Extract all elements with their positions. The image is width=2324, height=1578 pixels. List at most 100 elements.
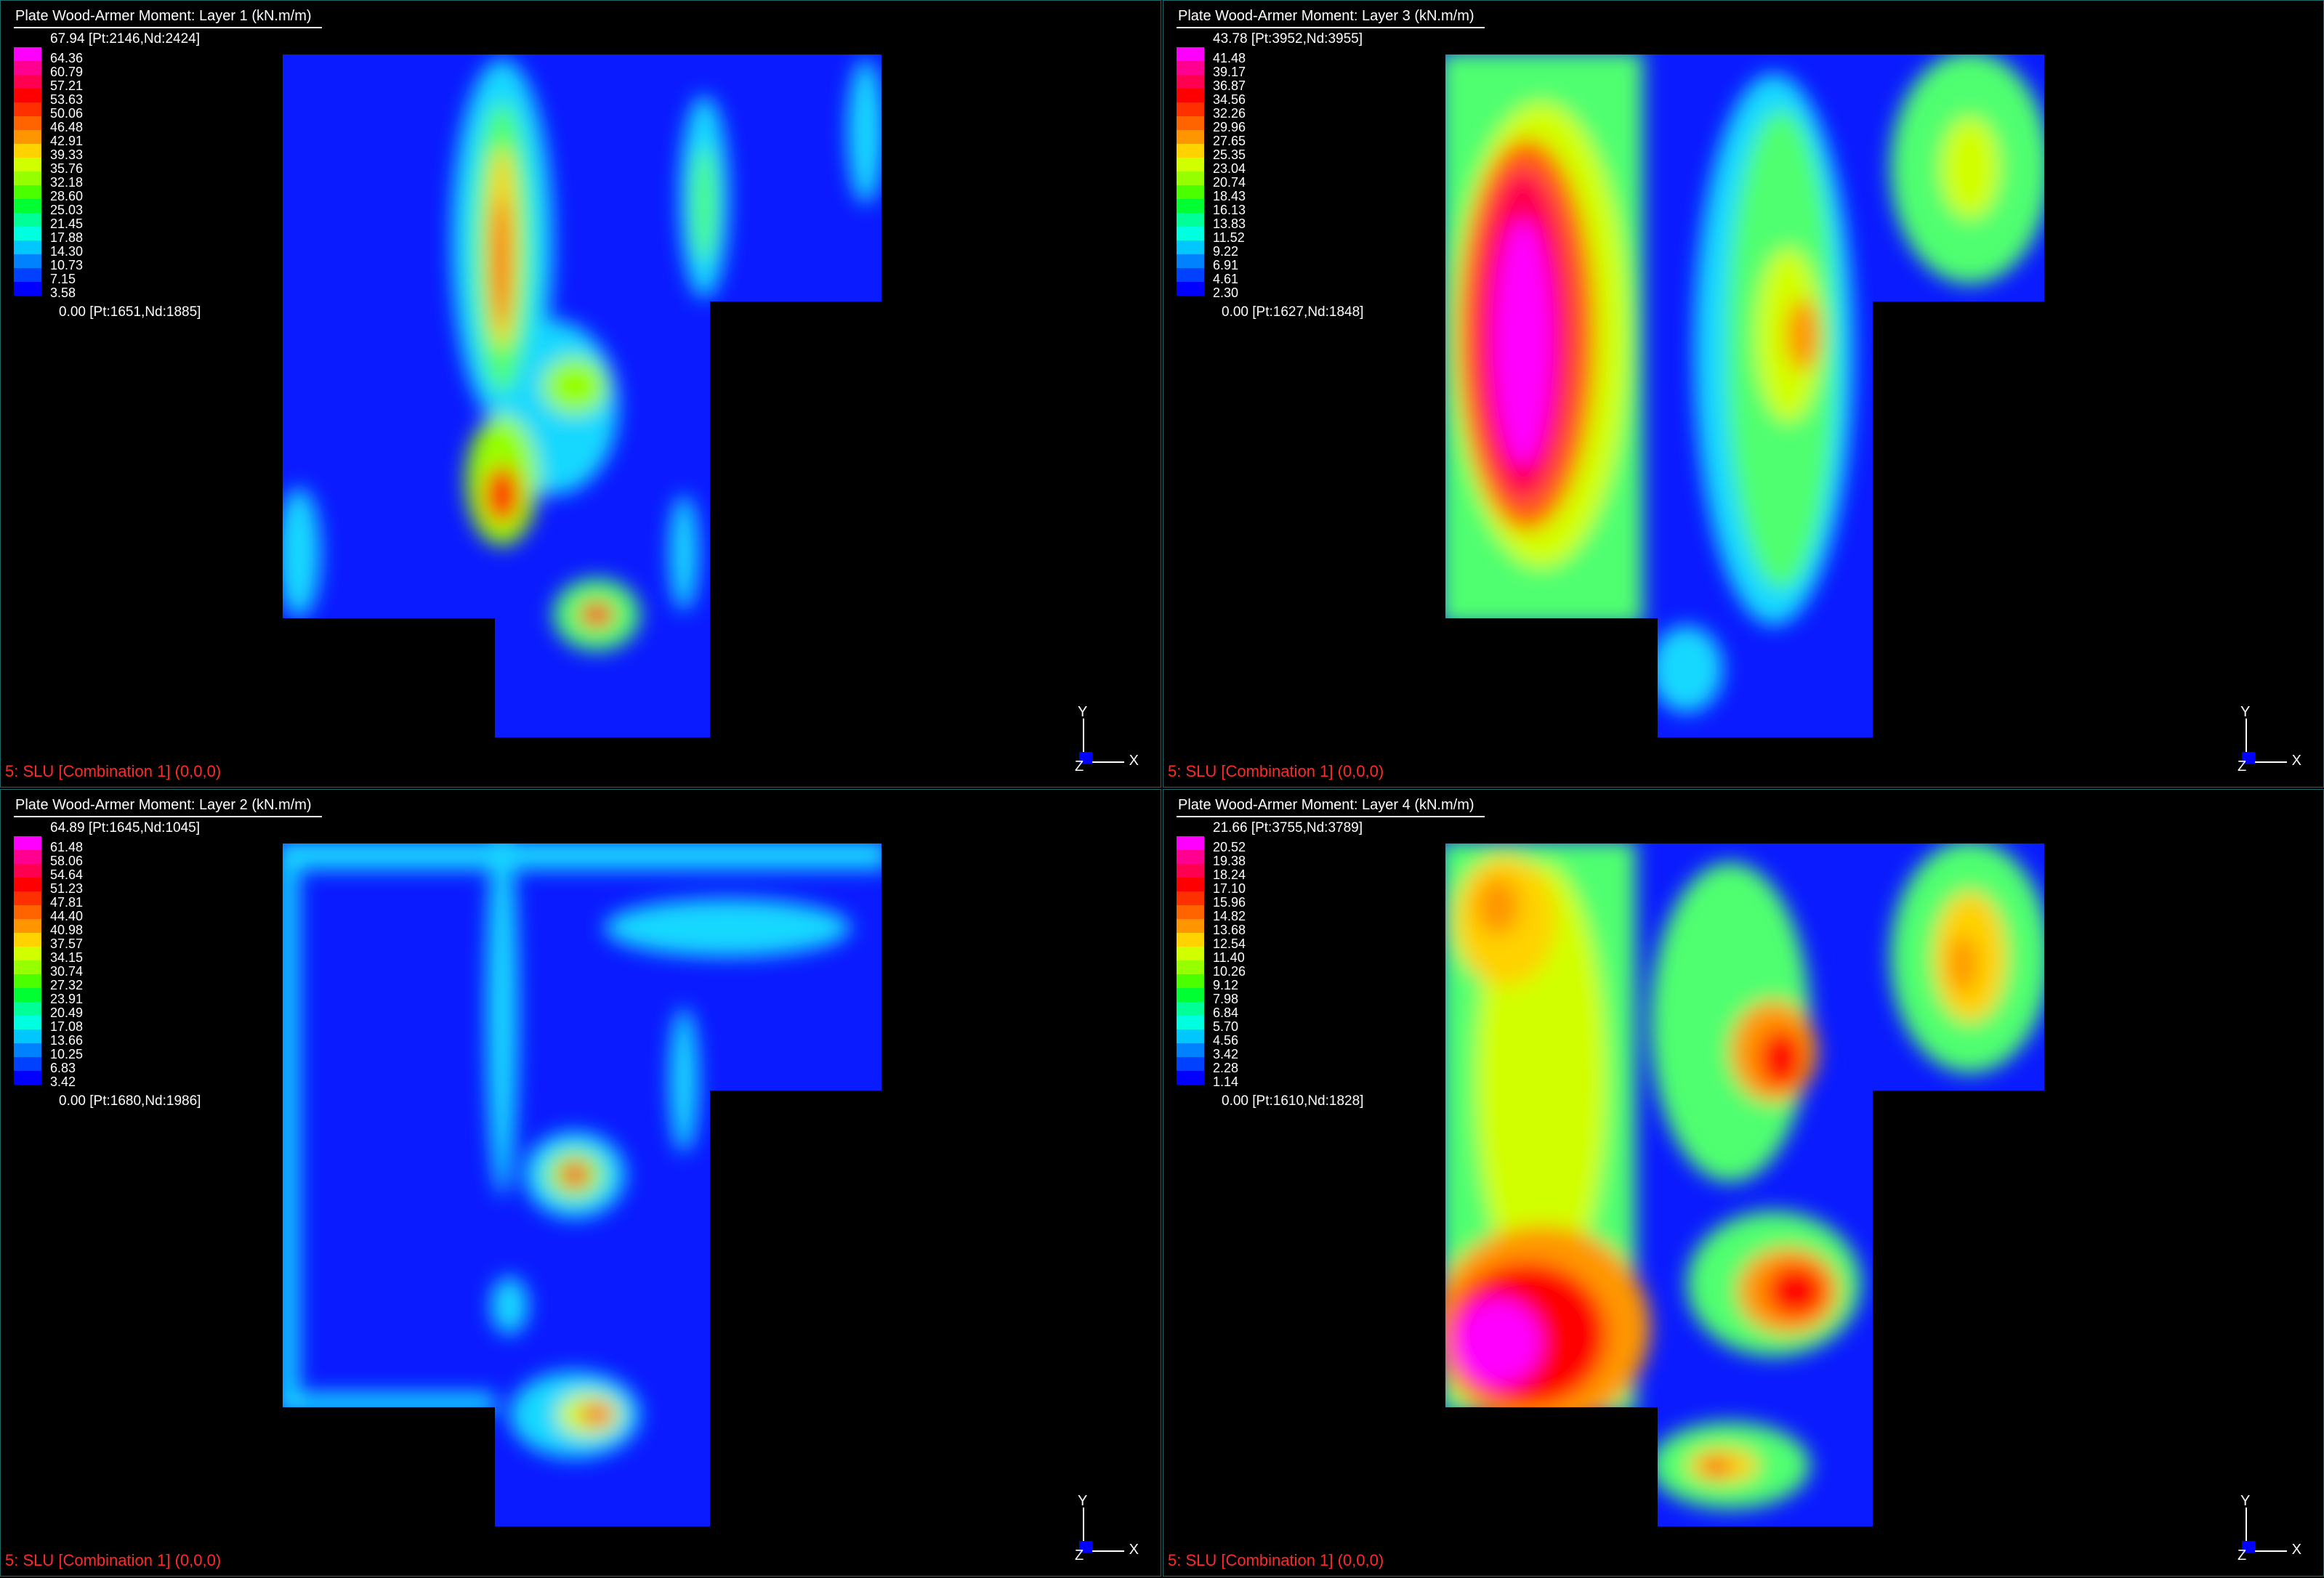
scale-swatch (14, 158, 41, 171)
scale-swatch (14, 282, 41, 296)
scale-tick-label: 35.76 (50, 161, 84, 176)
scale-tick-label: 10.25 (50, 1047, 84, 1061)
load-case-label: 5: SLU [Combination 1] (0,0,0) (1168, 762, 1384, 780)
axis-z-label: Z (1075, 1547, 1084, 1563)
scale-tick-label: 32.26 (1213, 106, 1246, 121)
contour-plot (1445, 54, 2044, 737)
viewport-layer-3[interactable]: Plate Wood-Armer Moment: Layer 3 (kN.m/m… (1163, 0, 2324, 788)
scale-tick-label: 13.66 (50, 1033, 84, 1048)
title-underline (1177, 816, 1485, 817)
scale-swatch (14, 116, 41, 130)
axis-z-label: Z (2238, 758, 2247, 774)
load-case-label: 5: SLU [Combination 1] (0,0,0) (1168, 1551, 1384, 1569)
scale-swatch (1177, 144, 1204, 158)
scale-tick-label: 6.91 (1213, 258, 1239, 272)
axis-y-label: Y (1078, 704, 1088, 720)
scale-swatch (14, 144, 41, 158)
scale-swatch (14, 1002, 41, 1016)
axis-triad: Y X Z (1073, 1493, 1139, 1566)
scale-tick-label: 27.32 (50, 978, 84, 992)
scale-tick-label: 28.60 (50, 189, 84, 203)
scale-tick-label: 13.68 (1213, 923, 1246, 937)
scale-tick-label: 61.48 (50, 840, 84, 854)
scale-tick-label: 2.28 (1213, 1061, 1239, 1075)
scale-swatch (1177, 75, 1204, 89)
min-value-label: 0.00 [Pt:1651,Nd:1885] (59, 304, 201, 320)
panel-title: Plate Wood-Armer Moment: Layer 4 (kN.m/m… (1178, 797, 1474, 813)
scale-swatch (14, 1057, 41, 1071)
scale-swatch (1177, 1029, 1204, 1043)
axis-triad: Y X Z (1073, 704, 1139, 777)
scale-tick-label: 17.88 (50, 230, 84, 245)
scale-tick-label: 14.30 (50, 244, 84, 259)
scale-swatch (14, 1043, 41, 1057)
scale-swatch (1177, 1071, 1204, 1085)
scale-swatch (14, 240, 41, 254)
scale-swatch (14, 199, 41, 213)
contour-plot (283, 54, 881, 737)
scale-tick-label: 51.23 (50, 881, 84, 896)
viewport-layer-1[interactable]: Plate Wood-Armer Moment: Layer 1 (kN.m/m… (0, 0, 1161, 788)
scale-swatch (1177, 227, 1204, 240)
scale-tick-label: 53.63 (50, 92, 84, 107)
scale-tick-label: 30.74 (50, 964, 84, 979)
scale-swatch (14, 933, 41, 947)
scale-swatch (1177, 268, 1204, 282)
scale-swatch (1177, 102, 1204, 116)
scale-tick-label: 20.52 (1213, 840, 1246, 854)
scale-swatch (14, 1016, 41, 1029)
scale-tick-label: 39.33 (50, 147, 84, 162)
scale-tick-label: 23.04 (1213, 161, 1246, 176)
scale-tick-label: 4.61 (1213, 272, 1239, 286)
viewport-layer-4[interactable]: Plate Wood-Armer Moment: Layer 4 (kN.m/m… (1163, 789, 2324, 1577)
min-value-label: 0.00 [Pt:1627,Nd:1848] (1222, 304, 1364, 320)
scale-tick-label: 57.21 (50, 78, 84, 93)
title-underline (1177, 27, 1485, 28)
axis-y-label: Y (1078, 1493, 1088, 1509)
scale-swatch (1177, 891, 1204, 905)
scale-swatch (14, 102, 41, 116)
viewport-layer-2[interactable]: Plate Wood-Armer Moment: Layer 2 (kN.m/m… (0, 789, 1161, 1577)
scale-swatch (14, 61, 41, 75)
scale-swatch (14, 974, 41, 988)
axis-x-label: X (1129, 753, 1139, 769)
scale-swatch (1177, 47, 1204, 61)
scale-tick-label: 6.84 (1213, 1006, 1239, 1020)
scale-tick-label: 34.15 (50, 950, 84, 965)
scale-swatch (14, 864, 41, 878)
scale-swatch (14, 171, 41, 185)
axis-x-label: X (1129, 1542, 1139, 1558)
scale-tick-label: 14.82 (1213, 909, 1246, 923)
axis-y-label: Y (2240, 704, 2251, 720)
scale-swatch (1177, 836, 1204, 850)
scale-tick-label: 3.42 (1213, 1047, 1239, 1061)
scale-swatch (14, 988, 41, 1002)
scale-tick-label: 6.83 (50, 1061, 76, 1075)
scale-swatch (14, 878, 41, 891)
scale-tick-label: 18.24 (1213, 867, 1246, 882)
scale-tick-label: 19.38 (1213, 854, 1246, 868)
scale-tick-label: 16.13 (1213, 203, 1246, 217)
scale-tick-label: 13.83 (1213, 217, 1246, 231)
scale-tick-label: 5.70 (1213, 1019, 1239, 1034)
scale-swatch (1177, 947, 1204, 960)
scale-swatch (1177, 933, 1204, 947)
scale-tick-label: 7.15 (50, 272, 76, 286)
scale-swatch (14, 891, 41, 905)
scale-swatch (14, 905, 41, 919)
panel-title: Plate Wood-Armer Moment: Layer 3 (kN.m/m… (1178, 8, 1474, 24)
scale-swatch (1177, 919, 1204, 933)
contour-plot (283, 843, 881, 1526)
scale-ticks: 61.48 58.06 54.64 51.23 47.81 44.40 40.98 37.57… (50, 841, 83, 1089)
scale-tick-label: 40.98 (50, 923, 84, 937)
scale-swatch (1177, 1002, 1204, 1016)
scale-swatch (14, 1071, 41, 1085)
scale-tick-label: 44.40 (50, 909, 84, 923)
scale-swatch (1177, 864, 1204, 878)
scale-tick-label: 27.65 (1213, 134, 1246, 148)
load-case-label: 5: SLU [Combination 1] (0,0,0) (5, 1551, 222, 1569)
scale-tick-label: 60.79 (50, 65, 84, 79)
scale-swatch (14, 89, 41, 102)
scale-tick-label: 15.96 (1213, 895, 1246, 910)
scale-tick-label: 29.96 (1213, 120, 1246, 134)
